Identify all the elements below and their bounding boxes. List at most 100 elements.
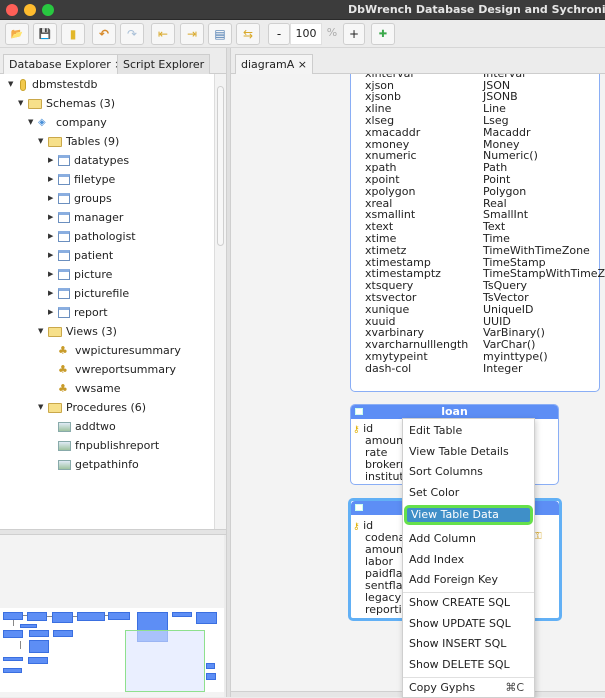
zoom-in-button[interactable]: + [343,23,365,45]
column-type: Integer [483,361,523,375]
primary-key-icon: ⚷ [353,425,360,435]
overview-table [206,663,215,669]
view-icon: ♣ [58,344,68,357]
sync-button[interactable]: ⇆ [236,23,260,45]
node-label: vwpicturesummary [75,344,181,357]
overview-table [27,612,47,621]
node-label: Schemas (3) [46,97,116,110]
expand-arrow-icon[interactable]: ▼ [8,75,18,94]
expand-arrow-icon[interactable]: ▼ [38,322,48,341]
tree-node-view[interactable]: ♣ vwreportsummary [58,360,176,379]
tree-node-procedure[interactable]: addtwo [58,417,116,436]
overview-table [77,612,105,621]
overview-viewport[interactable] [125,630,205,692]
open-button[interactable]: 📂 [5,23,29,45]
overview-table [3,657,23,661]
tree-node-tables[interactable]: ▼ Tables (9) [38,132,119,151]
tree-node-table[interactable]: ▶ filetype [48,170,115,189]
redo-button[interactable]: ↷ [120,23,144,45]
expand-arrow-icon[interactable]: ▶ [48,303,58,322]
view-icon: ♣ [58,363,68,376]
node-label: vwreportsummary [75,363,177,376]
expand-arrow-icon[interactable]: ▶ [48,208,58,227]
column-type: Polygon [483,184,527,198]
import-button[interactable]: ⇤ [151,23,175,45]
tree-node-views[interactable]: ▼ Views (3) [38,322,117,341]
menu-item-view-table-details[interactable]: View Table Details [403,442,534,462]
menu-item-add-index[interactable]: Add Index [403,550,534,570]
minimize-window-button[interactable] [24,4,36,16]
tree-node-table[interactable]: ▶ pathologist [48,227,136,246]
undo-button[interactable]: ↶ [92,23,116,45]
node-label: addtwo [75,420,116,433]
undo-icon: ↶ [98,27,110,41]
left-pane: Database Explorer × Script Explorer ▼ db… [0,48,226,697]
expand-arrow-icon[interactable]: ▶ [48,284,58,303]
tree-node-table[interactable]: ▶ datatypes [48,151,129,170]
diagram-overview[interactable] [0,535,224,697]
tree-node-table[interactable]: ▶ groups [48,189,112,208]
tree-node-database[interactable]: ▼ dbmstestdb [8,75,98,94]
database-icon [20,78,26,91]
tree-node-schemas[interactable]: ▼ Schemas (3) [18,94,115,113]
tree-node-schema-company[interactable]: ▼ ◈ company [28,113,107,132]
save-button[interactable]: 💾 [33,23,57,45]
close-icon[interactable]: × [298,58,307,71]
procedure-icon [58,440,71,451]
maximize-window-button[interactable] [42,4,54,16]
expand-arrow-icon[interactable]: ▶ [48,246,58,265]
generate-sql-button[interactable]: ▤ [208,23,232,45]
expand-arrow-icon[interactable]: ▼ [38,132,48,151]
export-button[interactable]: ⇥ [180,23,204,45]
tree-node-table[interactable]: ▶ picture [48,265,112,284]
menu-item-sort-columns[interactable]: Sort Columns [403,462,534,482]
tree-node-view[interactable]: ♣ vwpicturesummary [58,341,181,360]
menu-item-show-update-sql[interactable]: Show UPDATE SQL [403,614,534,634]
column-name: xmacaddr [365,125,421,139]
menu-item-set-color[interactable]: Set Color [403,483,534,503]
save-icon: 💾 [38,28,52,40]
scrollbar-thumb[interactable] [217,86,224,246]
tree-node-procedure[interactable]: fnpublishreport [58,436,159,455]
menu-item-view-table-data[interactable]: View Table Data [404,505,533,525]
expand-arrow-icon[interactable]: ▼ [18,94,28,113]
expand-arrow-icon[interactable]: ▶ [48,189,58,208]
menu-item-show-delete-sql[interactable]: Show DELETE SQL [403,655,534,675]
tree-node-table[interactable]: ▶ patient [48,246,113,265]
menu-item-add-column[interactable]: Add Column [403,529,534,549]
expand-arrow-icon[interactable]: ▶ [48,170,58,189]
tree-node-procedure[interactable]: getpathinfo [58,455,139,474]
tab-script-explorer[interactable]: Script Explorer [117,54,211,75]
tab-diagram-a[interactable]: diagramA × [235,54,313,75]
expand-arrow-icon[interactable]: ▶ [48,265,58,284]
new-database-button[interactable]: ▮ [61,23,85,45]
menu-item-edit-table[interactable]: Edit Table [403,421,534,441]
tab-database-explorer[interactable]: Database Explorer × [3,54,130,75]
zoom-input[interactable]: 100 [290,23,322,45]
schema-icon: ◈ [38,117,46,128]
tree-node-view[interactable]: ♣ vwsame [58,379,120,398]
node-label: manager [74,211,124,224]
expand-arrow-icon[interactable]: ▶ [48,227,58,246]
zoom-out-button[interactable]: - [268,23,290,45]
tree-node-table[interactable]: ▶ report [48,303,108,322]
table-header[interactable]: loan [351,405,558,419]
column-name: xtimetz [365,243,407,257]
menu-item-add-foreign-key[interactable]: Add Foreign Key [403,570,534,590]
tree-node-table[interactable]: ▶ manager [48,208,123,227]
er-table-datatypes[interactable]: xinetInetxintervalIntervalxjsonJSONxjson… [350,74,605,392]
expand-arrow-icon[interactable]: ▼ [28,113,38,132]
export-icon: ⇥ [186,27,198,41]
menu-item-show-create-sql[interactable]: Show CREATE SQL [403,593,534,613]
menu-item-show-insert-sql[interactable]: Show INSERT SQL [403,634,534,654]
diagram-tabs: diagramA × [231,48,605,75]
new-diagram-button[interactable]: ✚ [371,23,395,45]
tree-node-procedures[interactable]: ▼ Procedures (6) [38,398,146,417]
expand-arrow-icon[interactable]: ▶ [48,151,58,170]
close-window-button[interactable] [6,4,18,16]
folder-icon [48,402,62,413]
tree-scrollbar[interactable] [214,74,226,529]
menu-item-copy-glyphs[interactable]: Copy Gyphs ⌘C [403,678,534,698]
expand-arrow-icon[interactable]: ▼ [38,398,48,417]
tree-node-table[interactable]: ▶ picturefile [48,284,129,303]
